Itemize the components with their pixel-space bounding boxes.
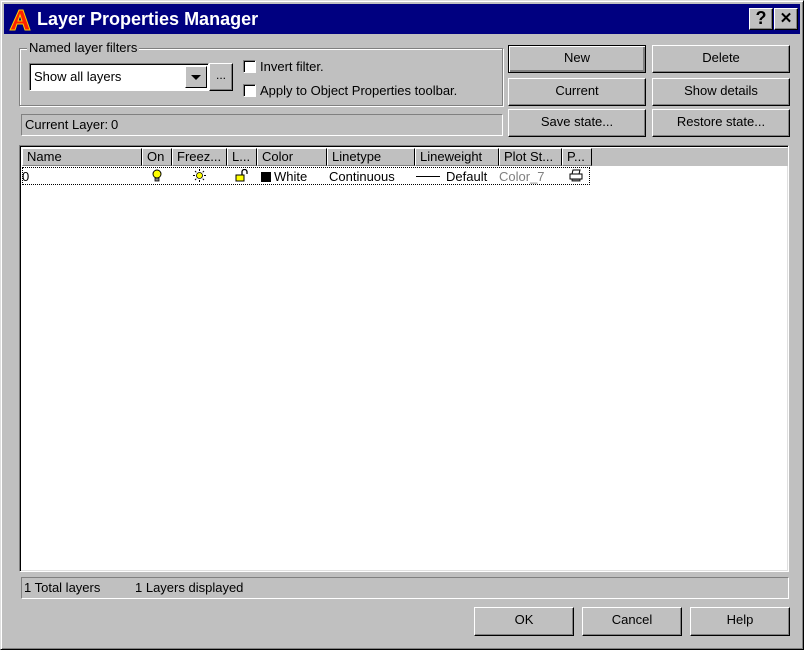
invert-filter-checkbox[interactable] (243, 60, 256, 73)
column-header-plot[interactable]: P... (562, 148, 592, 166)
chevron-down-icon[interactable] (185, 66, 207, 88)
column-header-on[interactable]: On (142, 148, 172, 166)
total-layers-text: 1 Total layers (24, 580, 101, 595)
lineweight-sample (416, 176, 440, 177)
close-button[interactable]: ✕ (774, 8, 798, 30)
layers-displayed-text: 1 Layers displayed (135, 580, 244, 595)
current-layer-field: Current Layer: 0 (21, 114, 503, 136)
layer-filter-dropdown[interactable]: Show all layers (29, 63, 209, 91)
ok-button[interactable]: OK (474, 607, 574, 636)
lightbulb-icon[interactable] (152, 169, 162, 183)
layer-list-header: Name On Freez... L... Color Linetype Lin… (22, 148, 788, 166)
help-title-button[interactable]: ? (749, 8, 773, 30)
layer-color-cell[interactable]: White (261, 169, 307, 184)
current-button[interactable]: Current (508, 78, 646, 106)
column-header-color[interactable]: Color (257, 148, 327, 166)
color-swatch (261, 172, 271, 182)
new-button[interactable]: New (508, 45, 646, 73)
layer-lineweight-cell[interactable]: Default (416, 169, 487, 184)
current-layer-value: 0 (111, 117, 119, 132)
restore-state-button[interactable]: Restore state... (652, 109, 790, 137)
layer-color: White (274, 169, 308, 184)
layer-plot-style[interactable]: Color_7 (499, 169, 545, 184)
layer-lineweight: Default (446, 169, 488, 184)
delete-button[interactable]: Delete (652, 45, 790, 73)
layer-count-bar: 1 Total layers 1 Layers displayed (21, 577, 789, 599)
title-bar[interactable]: Layer Properties Manager ? ✕ (4, 4, 800, 34)
column-header-plot-style[interactable]: Plot St... (499, 148, 562, 166)
named-layer-filters-label: Named layer filters (27, 40, 140, 55)
column-header-freeze[interactable]: Freez... (172, 148, 227, 166)
cancel-button[interactable]: Cancel (582, 607, 682, 636)
padlock-unlocked-icon[interactable] (235, 169, 249, 182)
column-header-linetype[interactable]: Linetype (327, 148, 415, 166)
invert-filter-label: Invert filter. (260, 59, 324, 74)
filter-browse-button[interactable]: ... (209, 63, 233, 91)
help-button[interactable]: Help (690, 607, 790, 636)
window-title: Layer Properties Manager (37, 9, 259, 29)
printer-icon[interactable] (569, 169, 583, 182)
apply-toolbar-checkbox[interactable] (243, 84, 256, 97)
layer-properties-dialog: Layer Properties Manager ? ✕ Named layer… (0, 0, 804, 650)
show-details-button[interactable]: Show details (652, 78, 790, 106)
column-header-lock[interactable]: L... (227, 148, 257, 166)
layer-filter-value: Show all layers (34, 69, 122, 84)
layer-linetype[interactable]: Continuous (329, 169, 395, 184)
column-header-name[interactable]: Name (22, 148, 142, 166)
current-layer-label: Current Layer: (25, 117, 109, 132)
autocad-logo-icon (9, 9, 31, 31)
layer-list[interactable]: Name On Freez... L... Color Linetype Lin… (19, 145, 789, 572)
layer-name: 0 (22, 169, 30, 184)
column-header-lineweight[interactable]: Lineweight (415, 148, 499, 166)
save-state-button[interactable]: Save state... (508, 109, 646, 137)
sun-icon[interactable] (193, 169, 206, 182)
apply-toolbar-label: Apply to Object Properties toolbar. (260, 83, 458, 98)
layer-row[interactable]: 0 White Continuous Default Color_7 (22, 167, 590, 185)
